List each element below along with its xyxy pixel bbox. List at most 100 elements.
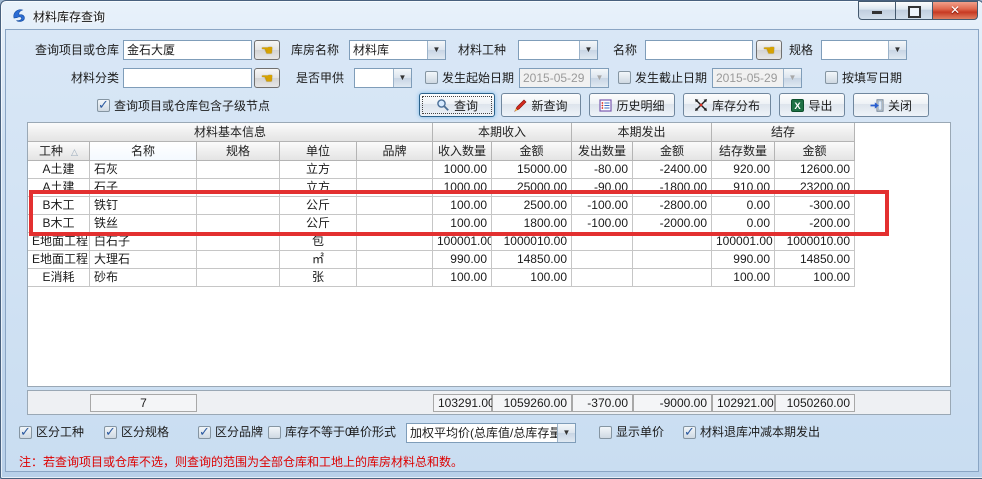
group-period-income[interactable]: 本期收入 — [433, 123, 572, 142]
table-cell[interactable]: -2000.00 — [633, 215, 712, 233]
close-button[interactable]: ✕ — [932, 1, 978, 20]
table-cell[interactable]: 铁丝 — [90, 215, 197, 233]
table-row[interactable]: E消耗砂布张100.00100.00100.00100.00 — [28, 269, 950, 287]
name-picker-button[interactable]: ☚ — [756, 40, 782, 60]
chevron-down-icon[interactable]: ▼ — [557, 424, 575, 442]
table-cell[interactable]: 910.00 — [712, 179, 775, 197]
table-cell[interactable]: 白石子 — [90, 233, 197, 251]
table-cell[interactable]: B木工 — [28, 197, 90, 215]
table-cell[interactable]: 25000.00 — [492, 179, 572, 197]
table-row[interactable]: A土建石子立方1000.0025000.00-90.00-1800.00910.… — [28, 179, 950, 197]
by-spec-checkbox[interactable] — [104, 426, 117, 439]
price-mode-select[interactable]: 加权平均价(总库值/总库存量)▼ — [406, 423, 576, 443]
table-cell[interactable]: -2400.00 — [633, 161, 712, 179]
table-row[interactable]: A土建石灰立方1000.0015000.00-80.00-2400.00920.… — [28, 161, 950, 179]
table-cell[interactable]: 100.00 — [433, 269, 492, 287]
table-cell[interactable]: -200.00 — [775, 215, 855, 233]
show-price-checkbox[interactable] — [599, 426, 612, 439]
chevron-down-icon[interactable]: ▼ — [888, 41, 906, 59]
table-row[interactable]: E地面工程白石子包100001.001000010.00100001.00100… — [28, 233, 950, 251]
table-cell[interactable]: 100.00 — [433, 197, 492, 215]
table-cell[interactable]: 15000.00 — [492, 161, 572, 179]
table-cell[interactable]: 14850.00 — [775, 251, 855, 269]
by-brand-checkbox[interactable] — [198, 426, 211, 439]
table-row[interactable]: B木工铁钉公斤100.002500.00-100.00-2800.000.00-… — [28, 197, 950, 215]
table-cell[interactable]: 公斤 — [280, 215, 357, 233]
start-date-checkbox[interactable] — [425, 71, 438, 84]
close-window-button[interactable]: 关闭 — [853, 93, 929, 117]
fill-date-checkbox[interactable] — [825, 71, 838, 84]
table-cell[interactable]: -90.00 — [572, 179, 633, 197]
table-cell[interactable]: 100001.00 — [433, 233, 492, 251]
table-cell[interactable] — [197, 197, 280, 215]
table-cell[interactable]: B木工 — [28, 215, 90, 233]
table-cell[interactable] — [357, 269, 433, 287]
history-detail-button[interactable]: 历史明细 — [589, 93, 675, 117]
category-picker-button[interactable]: ☚ — [254, 68, 280, 88]
column-header-brand[interactable]: 品牌 — [357, 142, 433, 161]
chevron-down-icon[interactable]: ▼ — [427, 41, 445, 59]
table-cell[interactable]: 100.00 — [712, 269, 775, 287]
column-header-income-amount[interactable]: 金额 — [492, 142, 572, 161]
table-cell[interactable]: 1000.00 — [433, 179, 492, 197]
table-cell[interactable]: -100.00 — [572, 215, 633, 233]
maximize-button[interactable] — [895, 1, 933, 20]
supply-select[interactable]: ▼ — [354, 68, 412, 88]
table-cell[interactable]: E消耗 — [28, 269, 90, 287]
include-children-checkbox[interactable] — [97, 99, 110, 112]
table-cell[interactable] — [357, 179, 433, 197]
table-cell[interactable] — [633, 233, 712, 251]
minimize-button[interactable] — [858, 1, 896, 20]
table-cell[interactable]: 100.00 — [775, 269, 855, 287]
column-header-income-qty[interactable]: 收入数量 — [433, 142, 492, 161]
by-worktype-checkbox[interactable] — [19, 426, 32, 439]
table-cell[interactable] — [572, 233, 633, 251]
nonzero-stock-checkbox[interactable] — [268, 426, 281, 439]
column-header-spec[interactable]: 规格 — [197, 142, 280, 161]
table-cell[interactable]: 990.00 — [712, 251, 775, 269]
table-cell[interactable] — [197, 269, 280, 287]
table-row[interactable]: E地面工程大理石㎡990.0014850.00990.0014850.00 — [28, 251, 950, 269]
table-cell[interactable]: 990.00 — [433, 251, 492, 269]
table-cell[interactable] — [197, 215, 280, 233]
table-cell[interactable]: E地面工程 — [28, 233, 90, 251]
start-date-select[interactable]: 2015-05-29▼ — [519, 68, 609, 88]
worktype-select[interactable]: ▼ — [518, 40, 598, 60]
table-cell[interactable] — [357, 251, 433, 269]
table-cell[interactable]: 立方 — [280, 179, 357, 197]
table-cell[interactable]: 100.00 — [492, 269, 572, 287]
table-cell[interactable] — [197, 233, 280, 251]
table-cell[interactable] — [197, 179, 280, 197]
table-cell[interactable]: 大理石 — [90, 251, 197, 269]
table-cell[interactable] — [357, 197, 433, 215]
table-cell[interactable] — [572, 269, 633, 287]
column-header-unit[interactable]: 单位 — [280, 142, 357, 161]
column-header-issue-amount[interactable]: 金额 — [633, 142, 712, 161]
table-cell[interactable]: 公斤 — [280, 197, 357, 215]
group-basic-info[interactable]: 材料基本信息 — [28, 123, 433, 142]
column-header-name[interactable]: 名称 — [90, 142, 197, 161]
group-period-issue[interactable]: 本期发出 — [572, 123, 712, 142]
table-cell[interactable]: 1000010.00 — [775, 233, 855, 251]
table-cell[interactable]: -80.00 — [572, 161, 633, 179]
table-cell[interactable]: -300.00 — [775, 197, 855, 215]
table-cell[interactable]: 1800.00 — [492, 215, 572, 233]
return-offset-checkbox[interactable] — [683, 426, 696, 439]
chevron-down-icon[interactable]: ▼ — [393, 69, 411, 87]
table-cell[interactable]: A土建 — [28, 161, 90, 179]
column-header-balance-qty[interactable]: 结存数量 — [712, 142, 775, 161]
table-cell[interactable]: 石子 — [90, 179, 197, 197]
project-picker-button[interactable]: ☚ — [254, 40, 280, 60]
table-cell[interactable]: 1000010.00 — [492, 233, 572, 251]
table-row[interactable]: B木工铁丝公斤100.001800.00-100.00-2000.000.00-… — [28, 215, 950, 233]
table-cell[interactable]: 14850.00 — [492, 251, 572, 269]
project-input[interactable]: 金石大厦 — [123, 40, 252, 60]
end-date-select[interactable]: 2015-05-29▼ — [712, 68, 802, 88]
table-cell[interactable]: 1000.00 — [433, 161, 492, 179]
table-cell[interactable]: 包 — [280, 233, 357, 251]
column-header-issue-qty[interactable]: 发出数量 — [572, 142, 633, 161]
table-cell[interactable]: A土建 — [28, 179, 90, 197]
table-cell[interactable]: 920.00 — [712, 161, 775, 179]
table-cell[interactable]: 100.00 — [433, 215, 492, 233]
table-cell[interactable] — [357, 161, 433, 179]
